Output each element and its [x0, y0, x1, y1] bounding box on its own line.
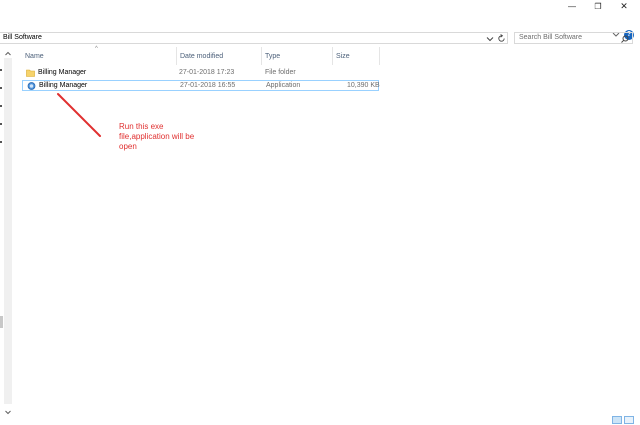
ribbon-row: ?	[0, 14, 640, 40]
pane-splitter[interactable]	[0, 316, 3, 328]
minimize-button[interactable]: —	[560, 0, 584, 13]
search-icon	[621, 35, 629, 43]
nav-expander-mark	[0, 141, 2, 143]
annotation-text: Run this exe file,application will be op…	[119, 122, 195, 151]
address-bar[interactable]: Bill Software	[0, 32, 508, 44]
column-header-name[interactable]: Name	[22, 46, 177, 66]
nav-expander-mark	[0, 87, 2, 89]
column-name-label: Name	[25, 53, 44, 60]
file-name: Billing Manager	[38, 69, 87, 76]
large-icons-view-icon[interactable]	[624, 416, 634, 424]
file-type: Application	[266, 82, 301, 89]
nav-expander-mark	[0, 105, 2, 107]
file-date: 27-01-2018 17:23	[179, 69, 235, 76]
chevron-down-icon[interactable]	[486, 35, 494, 43]
column-divider[interactable]	[379, 47, 380, 65]
close-button[interactable]: ✕	[612, 0, 636, 13]
details-view-icon[interactable]	[612, 416, 622, 424]
column-size-label: Size	[336, 53, 350, 60]
restore-icon: ❐	[594, 2, 602, 11]
status-bar	[0, 414, 640, 425]
address-path: Bill Software	[3, 34, 42, 41]
file-date: 27-01-2018 16:55	[180, 82, 236, 89]
search-placeholder: Search Bill Software	[519, 34, 583, 41]
nav-expander-mark	[0, 123, 2, 125]
scroll-up-icon[interactable]	[4, 50, 12, 58]
application-icon	[27, 82, 36, 90]
file-size: 10,390 KB	[347, 82, 380, 89]
minimize-icon: —	[568, 2, 576, 11]
column-header-type[interactable]: Type	[262, 46, 332, 66]
column-type-label: Type	[265, 53, 281, 60]
file-row-selected[interactable]: Billing Manager 27-01-2018 16:55 Applica…	[22, 80, 380, 91]
file-type: File folder	[265, 69, 296, 76]
nav-expander-mark	[0, 69, 2, 71]
maximize-button[interactable]: ❐	[586, 0, 610, 13]
file-row[interactable]: Billing Manager 27-01-2018 17:23 File fo…	[22, 68, 379, 79]
column-header-date[interactable]: Date modified	[177, 46, 261, 66]
file-name: Billing Manager	[39, 82, 88, 89]
folder-icon	[26, 69, 35, 77]
refresh-icon[interactable]	[497, 34, 506, 43]
column-date-label: Date modified	[180, 53, 224, 60]
search-input[interactable]: Search Bill Software	[514, 32, 633, 44]
column-header-size[interactable]: Size	[333, 46, 379, 66]
title-bar: — ❐ ✕	[0, 0, 640, 14]
close-icon: ✕	[620, 1, 628, 11]
nav-scrollbar[interactable]	[4, 58, 12, 404]
